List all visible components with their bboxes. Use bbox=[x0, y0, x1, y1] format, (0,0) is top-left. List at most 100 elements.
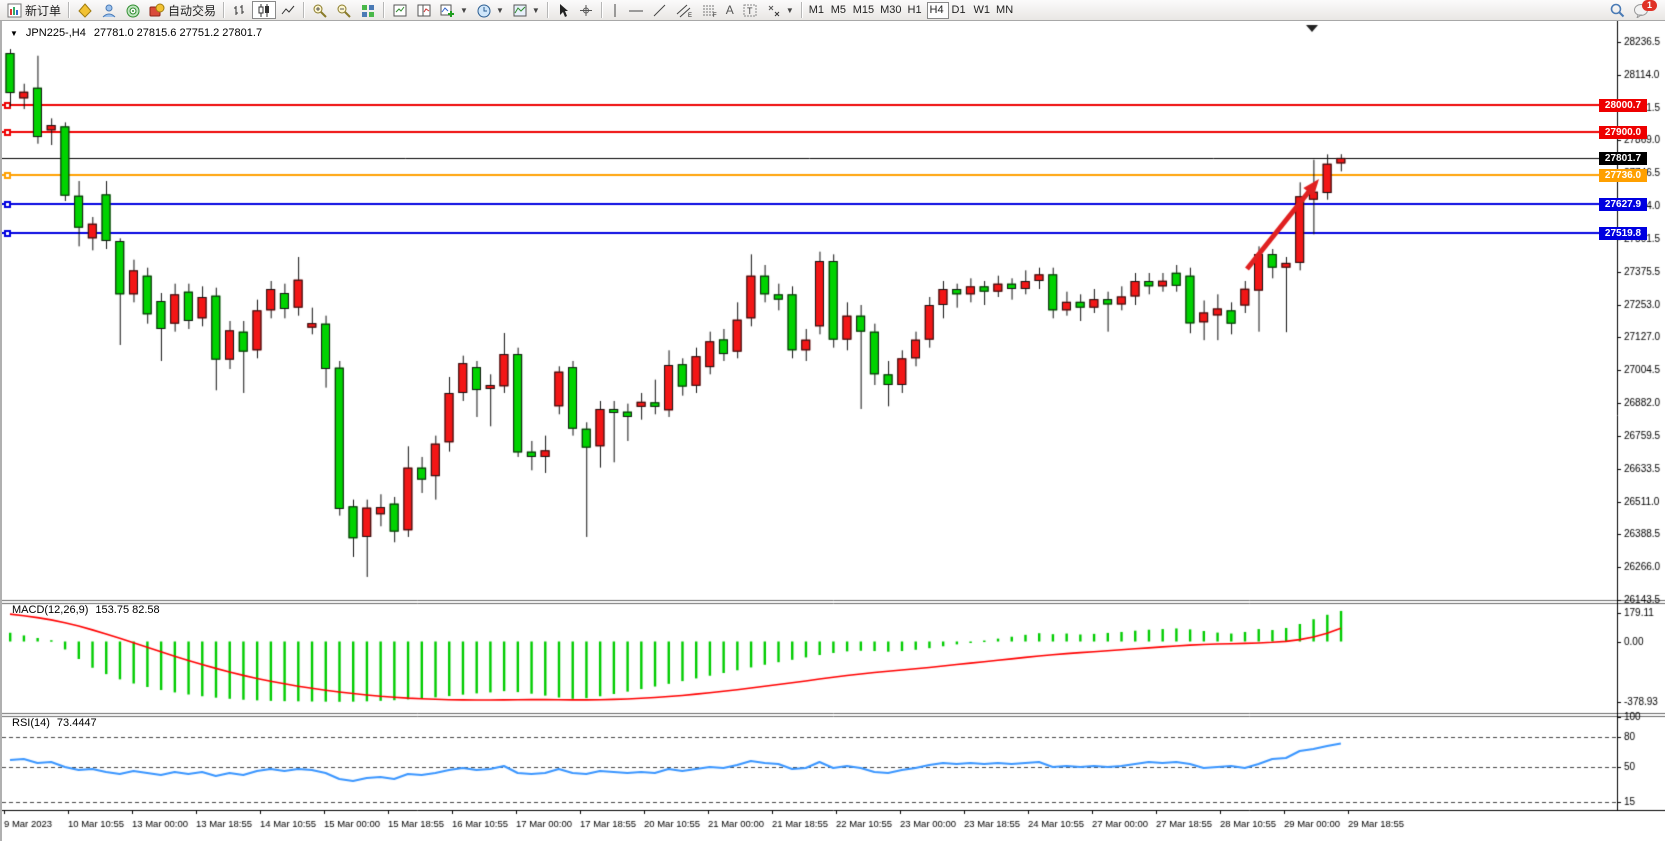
navigator-button[interactable] bbox=[412, 1, 436, 19]
data-window-icon bbox=[392, 3, 408, 18]
arrows-icon bbox=[766, 3, 782, 18]
zoom-in-icon bbox=[312, 3, 328, 18]
trendline-tool-button[interactable] bbox=[648, 1, 672, 19]
arrows-tool-button[interactable]: ▼ bbox=[762, 1, 798, 19]
price-line-badge[interactable]: 27627.9 bbox=[1599, 198, 1647, 211]
add-indicator-button[interactable]: ▼ bbox=[436, 1, 472, 19]
chart-ohlc-values: 27781.0 27815.6 27751.2 27801.7 bbox=[94, 27, 262, 39]
text-tool-icon: A bbox=[726, 3, 734, 17]
yellow-tag-icon bbox=[77, 3, 93, 18]
new-order-button[interactable]: 新订单 bbox=[3, 1, 65, 19]
timeframe-group: M1M5M15M30H1H4D1W1MN bbox=[806, 2, 1016, 19]
macd-pane-label: MACD(12,26,9) 153.75 82.58 bbox=[12, 604, 160, 616]
signal-icon bbox=[125, 3, 141, 18]
macd-values: 153.75 82.58 bbox=[95, 604, 159, 616]
chart-canvas[interactable] bbox=[2, 21, 1665, 841]
auto-trading-icon bbox=[149, 3, 165, 18]
separator bbox=[383, 2, 385, 18]
candlestick-chart-icon bbox=[256, 3, 272, 18]
tile-windows-button[interactable] bbox=[356, 1, 380, 19]
text-tool-button[interactable]: A bbox=[722, 1, 738, 19]
dropdown-arrow-icon: ▼ bbox=[496, 6, 504, 15]
dropdown-arrow-icon: ▼ bbox=[460, 6, 468, 15]
horizontal-line-tool-button[interactable] bbox=[624, 1, 648, 19]
user-icon bbox=[101, 3, 117, 18]
channel-icon: E bbox=[676, 3, 693, 18]
text-label-tool-button[interactable]: T bbox=[738, 1, 762, 19]
timeframe-button-mn[interactable]: MN bbox=[993, 2, 1016, 19]
svg-text:F: F bbox=[713, 13, 717, 18]
auto-trading-button[interactable]: 自动交易 bbox=[145, 1, 220, 19]
timeframe-button-m15[interactable]: M15 bbox=[850, 2, 877, 19]
price-line-badge[interactable]: 27900.0 bbox=[1599, 126, 1647, 139]
timeframe-button-w1[interactable]: W1 bbox=[971, 2, 994, 19]
line-chart-button[interactable] bbox=[276, 1, 300, 19]
equidistant-channel-tool-button[interactable]: E bbox=[672, 1, 697, 19]
timeframe-button-h4[interactable]: H4 bbox=[927, 2, 949, 19]
cursor-icon bbox=[556, 3, 570, 18]
separator bbox=[801, 2, 803, 18]
fibonacci-tool-button[interactable]: F bbox=[697, 1, 722, 19]
text-label-icon: T bbox=[742, 3, 758, 18]
template-icon bbox=[512, 3, 528, 18]
trendline-icon bbox=[652, 3, 668, 18]
horizontal-line-icon bbox=[628, 3, 644, 18]
one-click-trading-toggle[interactable]: ▼ bbox=[10, 29, 18, 38]
current-price-badge[interactable]: 27801.7 bbox=[1599, 152, 1647, 165]
tile-windows-icon bbox=[360, 3, 376, 18]
bar-chart-icon bbox=[232, 3, 248, 18]
chart-header: ▼ JPN225-,H4 27781.0 27815.6 27751.2 278… bbox=[10, 27, 262, 39]
search-button[interactable] bbox=[1605, 1, 1629, 19]
signals-button[interactable] bbox=[121, 1, 145, 19]
macd-label: MACD(12,26,9) bbox=[12, 604, 88, 616]
zoom-out-icon bbox=[336, 3, 352, 18]
rsi-value: 73.4447 bbox=[57, 717, 97, 729]
separator bbox=[223, 2, 225, 18]
timeframe-button-m5[interactable]: M5 bbox=[828, 2, 850, 19]
period-button[interactable]: ▼ bbox=[472, 1, 508, 19]
navigator-icon bbox=[416, 3, 432, 18]
vertical-line-tool-button[interactable] bbox=[606, 1, 624, 19]
clock-icon bbox=[476, 3, 492, 18]
svg-text:T: T bbox=[747, 6, 753, 16]
timeframe-button-m30[interactable]: M30 bbox=[877, 2, 904, 19]
notifications-button[interactable]: 1 bbox=[1629, 1, 1654, 19]
vertical-line-icon bbox=[610, 3, 620, 18]
zoom-out-button[interactable] bbox=[332, 1, 356, 19]
dropdown-arrow-icon: ▼ bbox=[786, 6, 794, 15]
line-chart-icon bbox=[280, 3, 296, 18]
price-line-badge[interactable]: 28000.7 bbox=[1599, 99, 1647, 112]
toolbar: 新订单 自动交易 ▼ ▼ ▼ E F A T ▼ M1M5M15M30H1H4D… bbox=[0, 0, 1665, 21]
crosshair-tool-button[interactable] bbox=[574, 1, 598, 19]
chart-symbol-title: JPN225-,H4 bbox=[26, 27, 86, 39]
separator bbox=[303, 2, 305, 18]
notification-count-badge: 1 bbox=[1642, 0, 1657, 11]
indicator-plus-icon bbox=[440, 3, 456, 18]
dropdown-arrow-icon: ▼ bbox=[532, 6, 540, 15]
fibonacci-icon: F bbox=[701, 3, 718, 18]
timeframe-button-d1[interactable]: D1 bbox=[949, 2, 971, 19]
separator bbox=[601, 2, 603, 18]
rsi-label: RSI(14) bbox=[12, 717, 50, 729]
candlestick-chart-button[interactable] bbox=[252, 1, 276, 19]
crosshair-icon bbox=[578, 3, 594, 18]
zoom-in-button[interactable] bbox=[308, 1, 332, 19]
bar-chart-button[interactable] bbox=[228, 1, 252, 19]
svg-text:E: E bbox=[688, 13, 692, 18]
timeframe-button-m1[interactable]: M1 bbox=[806, 2, 828, 19]
price-alert-button[interactable] bbox=[73, 1, 97, 19]
price-line-badge[interactable]: 27519.8 bbox=[1599, 227, 1647, 240]
search-icon bbox=[1609, 2, 1625, 18]
price-line-badge[interactable]: 27736.0 bbox=[1599, 169, 1647, 182]
data-window-button[interactable] bbox=[388, 1, 412, 19]
timeframe-button-h1[interactable]: H1 bbox=[905, 2, 927, 19]
new-order-icon bbox=[7, 3, 22, 18]
rsi-pane-label: RSI(14) 73.4447 bbox=[12, 717, 97, 729]
separator bbox=[68, 2, 70, 18]
template-button[interactable]: ▼ bbox=[508, 1, 544, 19]
community-button[interactable] bbox=[97, 1, 121, 19]
auto-trading-label: 自动交易 bbox=[168, 2, 216, 19]
chart-window: ▼ JPN225-,H4 27781.0 27815.6 27751.2 278… bbox=[0, 21, 1665, 841]
new-order-label: 新订单 bbox=[25, 2, 61, 19]
cursor-tool-button[interactable] bbox=[552, 1, 574, 19]
